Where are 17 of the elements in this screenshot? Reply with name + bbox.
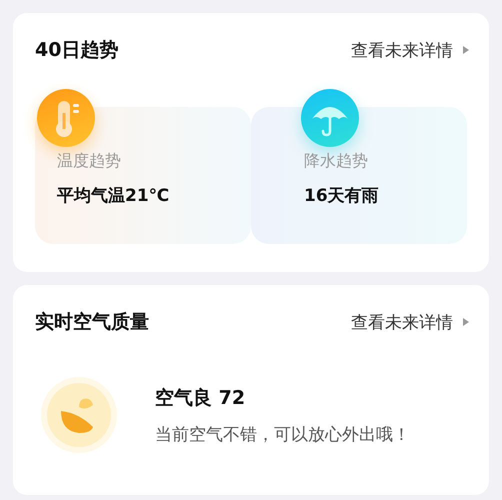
section-title: 40日趋势 xyxy=(35,38,118,63)
air-quality-message: 当前空气不错，可以放心外出哦！ xyxy=(155,424,410,446)
trend-tile[interactable] xyxy=(251,107,467,244)
leaf-icon xyxy=(39,375,119,455)
thermometer-icon xyxy=(37,89,95,147)
more-details-link[interactable]: 查看未来详情 xyxy=(351,38,469,62)
umbrella-icon xyxy=(301,89,359,147)
caret-icon xyxy=(463,318,469,326)
trend-label: 降水趋势 xyxy=(304,151,368,172)
trend-value: 16天有雨 xyxy=(304,185,379,207)
section-title: 实时空气质量 xyxy=(35,310,149,335)
air-quality-headline: 空气良 72 xyxy=(155,386,246,410)
more-details-link[interactable]: 查看未来详情 xyxy=(351,310,469,334)
trend-tile[interactable] xyxy=(35,107,251,244)
caret-icon xyxy=(463,46,469,54)
trend-value: 平均气温21℃ xyxy=(57,185,170,207)
trend-label: 温度趋势 xyxy=(57,151,121,172)
